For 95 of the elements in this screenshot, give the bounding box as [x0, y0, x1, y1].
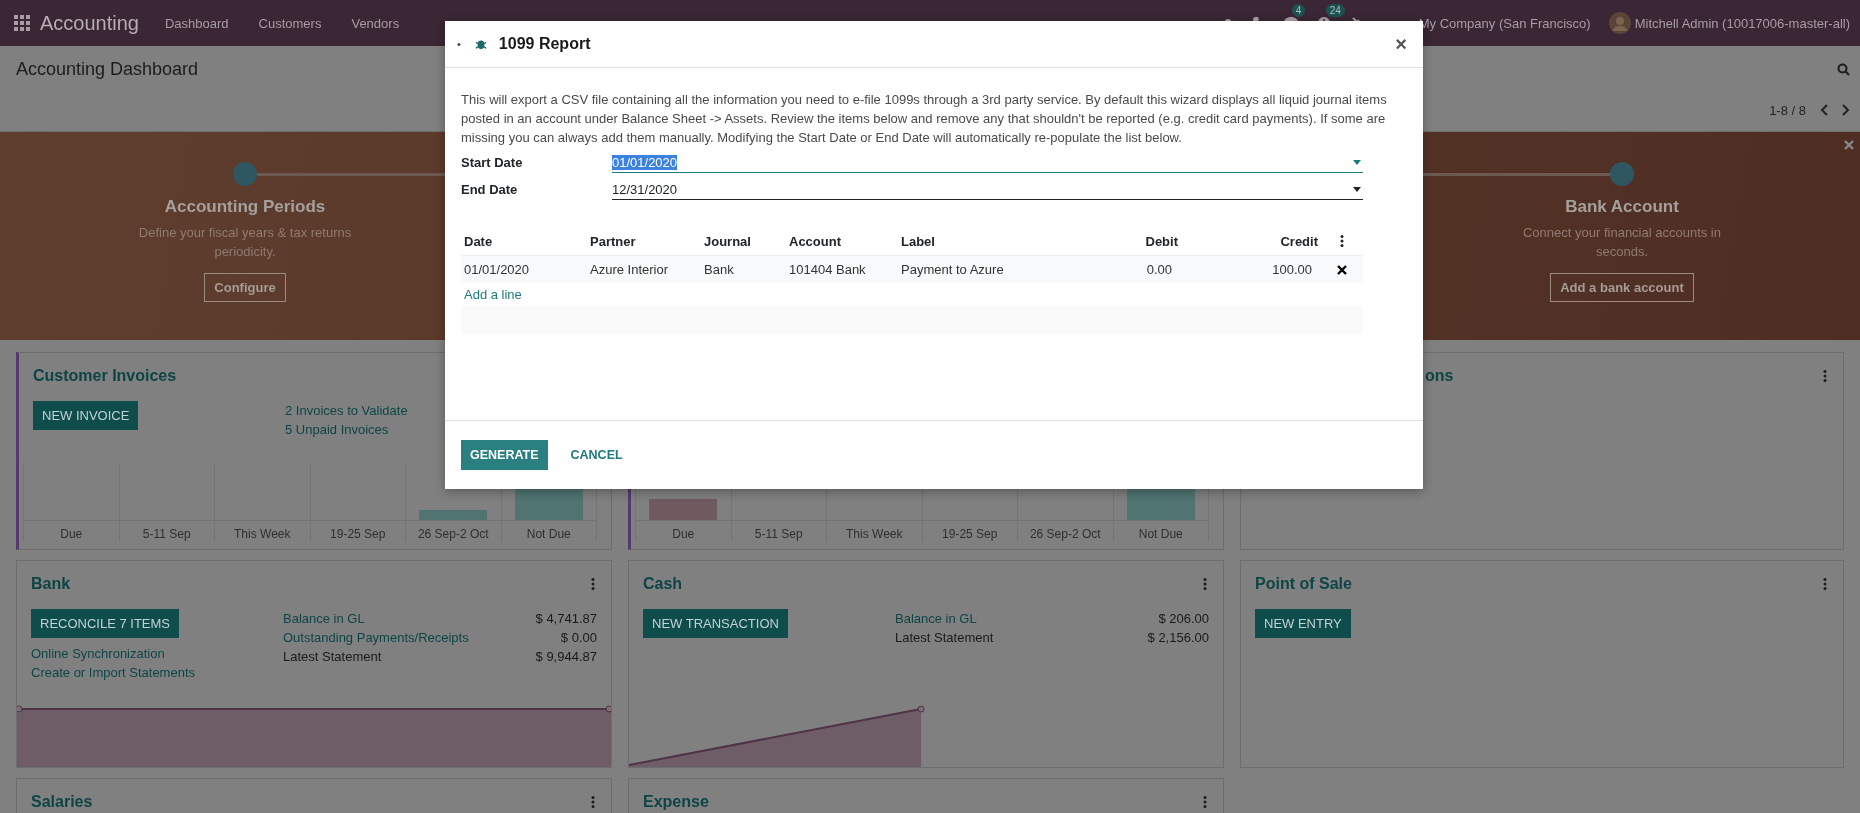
- column-header: Partner: [590, 233, 636, 249]
- close-icon[interactable]: [1844, 140, 1854, 150]
- action-button[interactable]: NEW ENTRY: [1255, 609, 1351, 638]
- add-line-link[interactable]: Add a line: [464, 287, 522, 302]
- previous-icon[interactable]: [1820, 104, 1828, 116]
- step-title: Accounting Periods: [164, 197, 326, 217]
- chart-label: This Week: [845, 526, 904, 541]
- avatar-icon[interactable]: [1608, 12, 1631, 34]
- bug-icon: [474, 38, 487, 50]
- menu-item[interactable]: Vendors: [351, 15, 400, 31]
- card-title: Cash: [643, 575, 683, 593]
- column-header: Debit: [1145, 233, 1178, 249]
- generate-button[interactable]: GENERATE: [461, 440, 548, 470]
- page-title: Accounting Dashboard: [16, 58, 199, 80]
- stat-value: $ 9,944.87: [535, 648, 597, 666]
- stat-label: Latest Statement: [895, 629, 994, 647]
- step-button[interactable]: Configure: [204, 273, 286, 302]
- menu-item[interactable]: Customers: [258, 15, 322, 31]
- counter-badge: 4: [1291, 4, 1306, 17]
- column-header: Account: [789, 233, 841, 249]
- chart-label: 26 Sep-2 Oct: [416, 526, 490, 541]
- more-icon[interactable]: [591, 796, 595, 808]
- chart-label: Due: [59, 526, 84, 541]
- action-button[interactable]: RECONCILE 7 ITEMS: [31, 609, 180, 638]
- caret-icon[interactable]: [1353, 186, 1361, 192]
- stat-value: $ 0.00: [560, 629, 597, 647]
- table-cell: Payment to Azure: [898, 255, 1051, 283]
- column-header: Label: [901, 233, 935, 249]
- card-title: Expense: [643, 793, 709, 811]
- stat-value: $ 2,156.00: [1147, 629, 1209, 647]
- app-name: Accounting: [40, 11, 139, 35]
- pager-value: 1-8 / 8: [1769, 102, 1806, 118]
- action-button[interactable]: NEW TRANSACTION: [643, 609, 788, 638]
- card-title: Bank: [31, 575, 71, 593]
- stat-label: Latest Statement: [283, 648, 382, 666]
- column-header: Date: [464, 233, 493, 249]
- column-header: Journal: [704, 233, 751, 249]
- chart-label: This Week: [233, 526, 292, 541]
- field-label: Start Date: [461, 155, 524, 170]
- card-link[interactable]: Create or Import Statements: [31, 663, 195, 682]
- stat-link[interactable]: Outstanding Payments/Receipts: [283, 628, 469, 647]
- card-title: Salaries: [31, 793, 93, 811]
- cancel-button[interactable]: CANCEL: [561, 440, 632, 470]
- table-cell: Bank: [701, 255, 786, 283]
- step-dot: [233, 162, 257, 186]
- column-options-icon[interactable]: [1340, 235, 1344, 247]
- card-title: ons: [1425, 367, 1454, 385]
- table-cell: Azure Interior: [587, 255, 701, 283]
- user-menu[interactable]: Mitchell Admin (10017006-master-all): [1634, 15, 1850, 31]
- stat-value: $ 4,741.87: [535, 610, 597, 628]
- card-title: Point of Sale: [1255, 575, 1352, 593]
- apps-menu-icon[interactable]: [14, 15, 30, 31]
- chart-label: Not Due: [1137, 526, 1184, 541]
- bullet-mark: •: [457, 38, 461, 50]
- chart-label: 5-11 Sep: [753, 526, 804, 541]
- chart-label: 19-25 Sep: [941, 526, 999, 541]
- stat-value: $ 206.00: [1158, 610, 1209, 628]
- counter-badge: 24: [1325, 4, 1345, 17]
- more-icon[interactable]: [1823, 370, 1827, 382]
- chart-bar: [419, 509, 488, 520]
- table-cell: 01/01/2020: [461, 255, 587, 283]
- next-icon[interactable]: [1842, 104, 1850, 116]
- table-cell: 100.00: [1181, 255, 1321, 283]
- chart-bar: [649, 499, 718, 520]
- action-button[interactable]: NEW INVOICE: [33, 401, 139, 430]
- more-icon[interactable]: [1203, 578, 1207, 590]
- more-icon[interactable]: [1823, 578, 1827, 590]
- chart-label: 26 Sep-2 Oct: [1028, 526, 1102, 541]
- menu-item[interactable]: Dashboard: [164, 15, 229, 31]
- card-link[interactable]: Online Synchronization: [31, 644, 165, 663]
- step-description: Define your fiscal years & tax returns periodicity.: [137, 224, 353, 261]
- dialog-title: 1099 Report: [498, 35, 591, 53]
- more-icon[interactable]: [591, 578, 595, 590]
- chart-label: 19-25 Sep: [329, 526, 387, 541]
- step-dot: [1610, 162, 1634, 186]
- close-button[interactable]: ×: [1391, 32, 1411, 56]
- step-description: Connect your financial accounts in seconds.: [1522, 224, 1722, 261]
- table-cell: 0.00: [1051, 255, 1181, 283]
- stat-link[interactable]: Balance in GL: [895, 609, 977, 628]
- chart-label: 5-11 Sep: [141, 526, 192, 541]
- stat-link[interactable]: Balance in GL: [283, 609, 365, 628]
- table-cell: 101404 Bank: [786, 255, 898, 283]
- date-field[interactable]: 01/01/2020: [612, 152, 1363, 173]
- search-icon[interactable]: [1837, 62, 1850, 76]
- delete-icon[interactable]: [1337, 264, 1347, 275]
- date-field[interactable]: 12/31/2020: [612, 179, 1363, 200]
- column-header: Credit: [1280, 233, 1318, 249]
- chart-label: Due: [671, 526, 696, 541]
- more-icon[interactable]: [1203, 796, 1207, 808]
- intro-text: This will export a CSV file containing all the information you need to e-file 1099s through a 3rd party service. By default this wizard displays all liquid journal items posted in an account under Balance Sheet -> Assets. Review the items below and remove any that shouldn't be reported (e.g. credit card payments). If some are missing you can always add them manually. Modifying the Start Date or End Date will automatically re-populate the list below.: [461, 91, 1388, 147]
- card-title: Customer Invoices: [33, 367, 177, 385]
- step-title: Bank Account: [1565, 197, 1679, 217]
- chart-label: Not Due: [525, 526, 572, 541]
- field-label: End Date: [461, 182, 519, 197]
- step-button[interactable]: Add a bank account: [1550, 273, 1694, 302]
